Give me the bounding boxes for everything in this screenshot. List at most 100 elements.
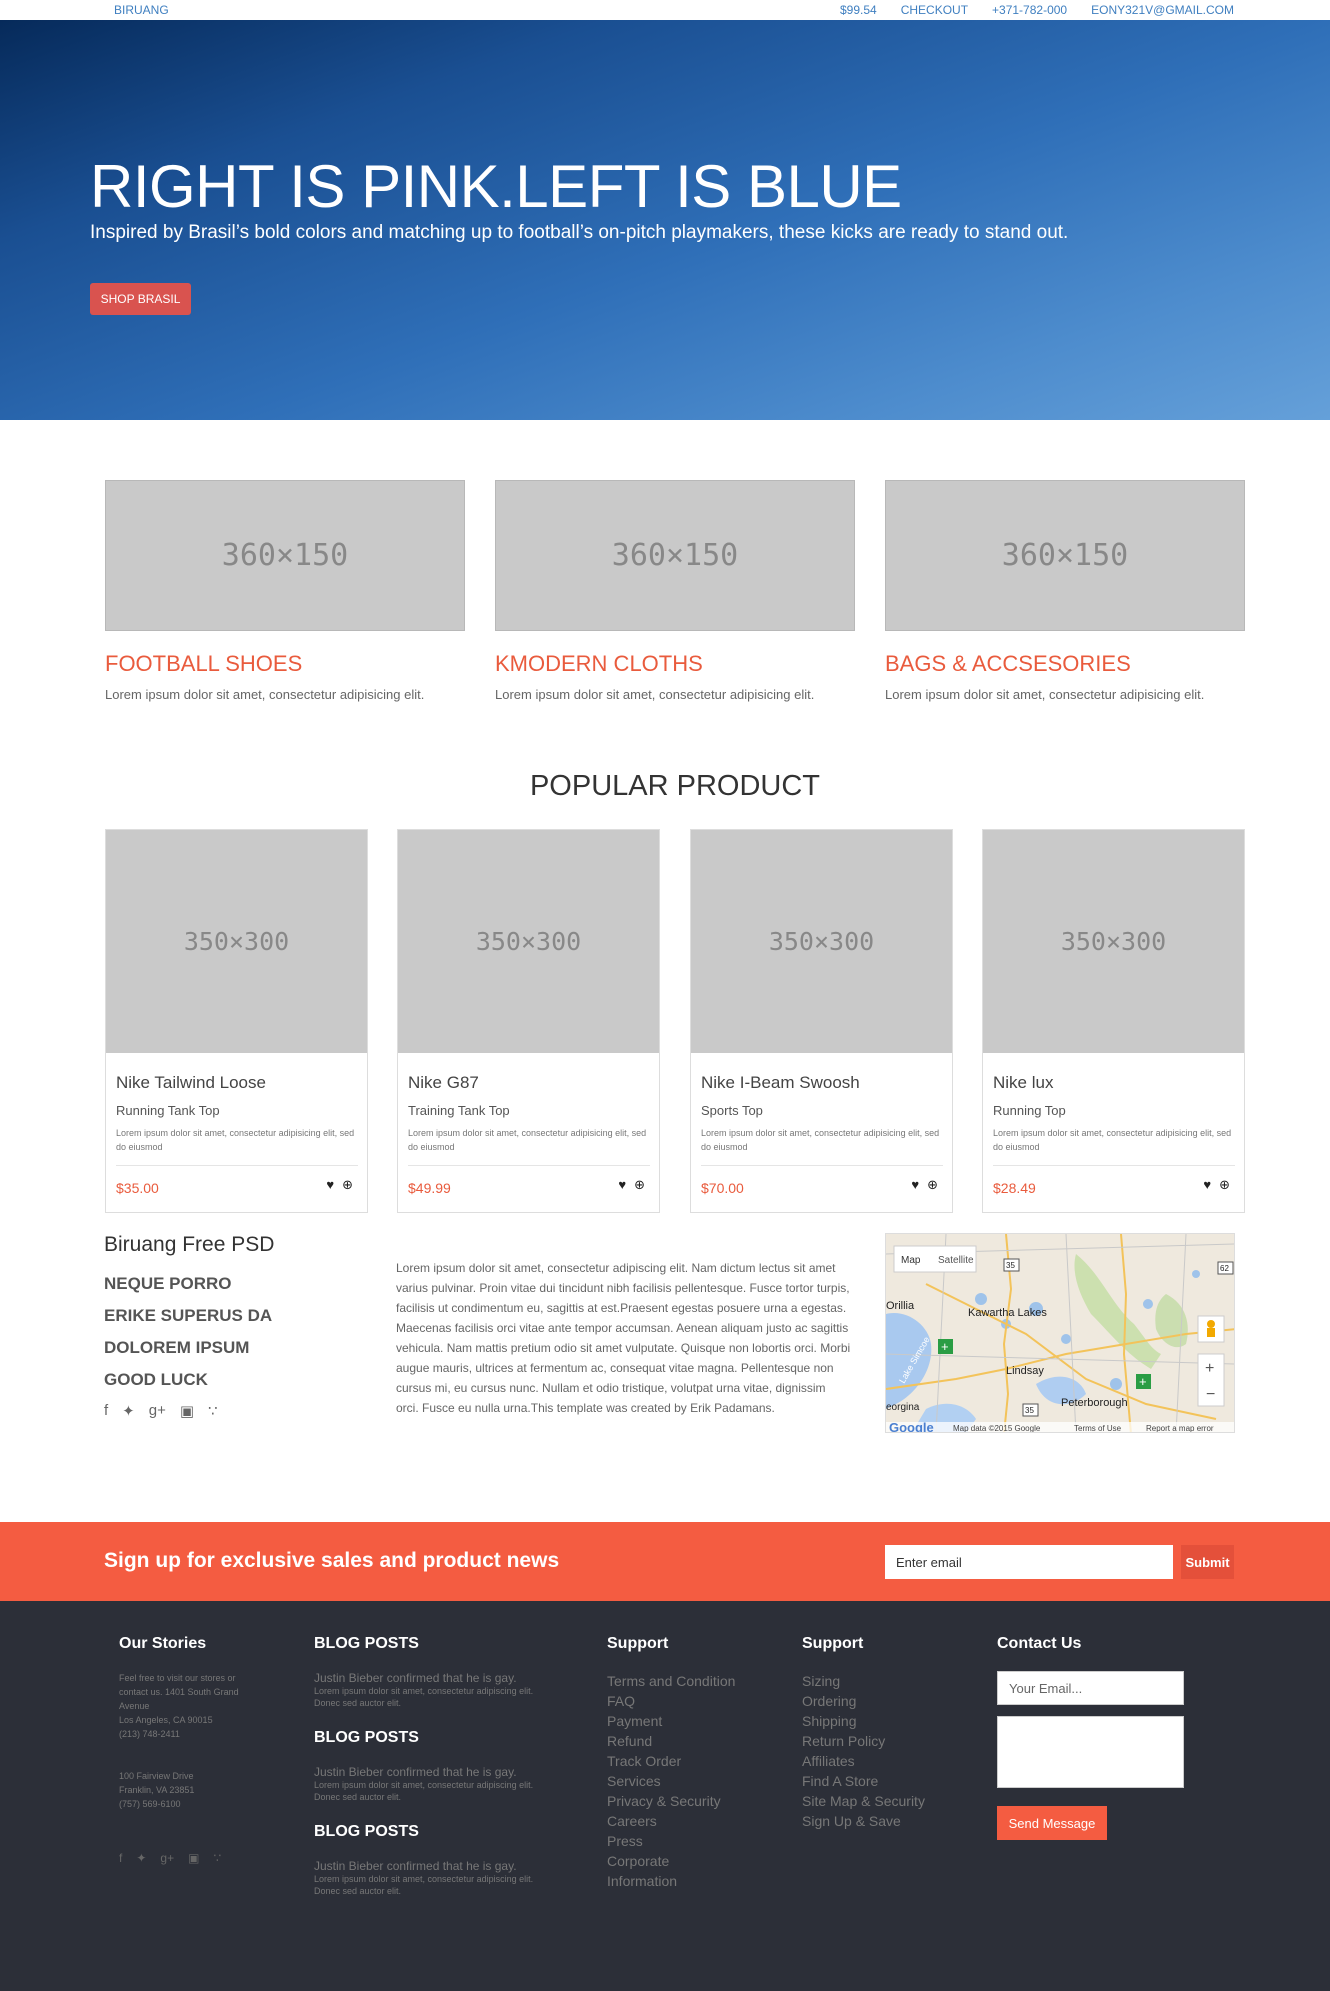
category-card[interactable]: 360×150 KMODERN CLOTHS Lorem ipsum dolor…	[495, 480, 855, 702]
product-card[interactable]: 350×300 Nike G87 Training Tank Top Lorem…	[397, 829, 660, 1213]
phone-link[interactable]: +371-782-000	[992, 3, 1067, 17]
shop-brasil-button[interactable]: SHOP BRASIL	[90, 283, 191, 315]
contact-message-textarea[interactable]	[997, 1716, 1184, 1788]
product-name[interactable]: Nike I-Beam Swoosh	[701, 1073, 860, 1093]
product-image[interactable]: 350×300	[691, 830, 952, 1053]
footer-stories-text: (757) 569-6100	[119, 1799, 181, 1809]
info-link[interactable]: DOLOREM IPSUM	[104, 1338, 274, 1358]
heart-icon[interactable]: ♥	[618, 1177, 626, 1193]
product-image[interactable]: 350×300	[983, 830, 1244, 1053]
email-link[interactable]: EONY321V@GMAIL.COM	[1091, 3, 1234, 17]
footer-blog-item[interactable]: BLOG POSTS Justin Bieber confirmed that …	[314, 1823, 544, 1897]
product-image[interactable]: 350×300	[106, 830, 367, 1053]
product-description: Lorem ipsum dolor sit amet, consectetur …	[993, 1128, 1232, 1152]
category-image[interactable]: 360×150	[885, 480, 1245, 631]
footer-link[interactable]: Corporate	[607, 1851, 777, 1871]
zoom-out-icon[interactable]: −	[1206, 1386, 1215, 1403]
send-message-button[interactable]: Send Message	[997, 1806, 1107, 1840]
heart-icon[interactable]: ♥	[326, 1177, 334, 1193]
zoom-in-icon[interactable]: +	[1205, 1360, 1214, 1377]
footer-link[interactable]: Affiliates	[802, 1751, 972, 1771]
category-title[interactable]: KMODERN CLOTHS	[495, 651, 855, 677]
plus-circle-icon[interactable]: ⊕	[342, 1177, 353, 1193]
info-link[interactable]: ERIKE SUPERUS DA	[104, 1306, 274, 1326]
rss-icon[interactable]: ∵	[213, 1851, 221, 1865]
checkout-link[interactable]: CHECKOUT	[901, 3, 968, 17]
vimeo-icon[interactable]: ▣	[188, 1851, 199, 1865]
contact-email-input[interactable]: Your Email...	[997, 1671, 1184, 1705]
footer-blog-headline[interactable]: Justin Bieber confirmed that he is gay.	[314, 1671, 544, 1685]
plus-circle-icon[interactable]: ⊕	[1219, 1177, 1230, 1193]
product-card[interactable]: 350×300 Nike I-Beam Swoosh Sports Top Lo…	[690, 829, 953, 1213]
product-name[interactable]: Nike lux	[993, 1073, 1053, 1093]
map-graphic[interactable]: Map Satellite Orillia Kawartha Lakes Lin…	[886, 1234, 1235, 1433]
footer-link[interactable]: Site Map & Security	[802, 1791, 972, 1811]
location-map[interactable]: Map Satellite Orillia Kawartha Lakes Lin…	[885, 1233, 1235, 1433]
footer-link[interactable]: Sign Up & Save	[802, 1811, 972, 1831]
footer-support-title: Support	[802, 1635, 864, 1652]
divider	[993, 1165, 1235, 1166]
map-label-orillia: Orillia	[886, 1300, 915, 1312]
footer-blog-headline[interactable]: Justin Bieber confirmed that he is gay.	[314, 1765, 544, 1779]
info-link[interactable]: NEQUE PORRO	[104, 1274, 274, 1294]
map-label-georgina: eorgina	[886, 1402, 920, 1413]
brand-link[interactable]: BIRUANG	[114, 3, 169, 17]
footer-blog-item[interactable]: BLOG POSTS Justin Bieber confirmed that …	[314, 1635, 544, 1709]
signup-email-input[interactable]: Enter email	[885, 1545, 1173, 1579]
map-tab-satellite[interactable]: Satellite	[938, 1255, 974, 1266]
cart-total-link[interactable]: $99.54	[840, 3, 877, 17]
footer-link[interactable]: Privacy & Security	[607, 1791, 777, 1811]
google-plus-icon[interactable]: g+	[160, 1851, 174, 1865]
category-title[interactable]: FOOTBALL SHOES	[105, 651, 465, 677]
footer-link[interactable]: Shipping	[802, 1711, 972, 1731]
product-name[interactable]: Nike G87	[408, 1073, 479, 1093]
product-card[interactable]: 350×300 Nike Tailwind Loose Running Tank…	[105, 829, 368, 1213]
footer-link[interactable]: Track Order	[607, 1751, 777, 1771]
footer-link[interactable]: Ordering	[802, 1691, 972, 1711]
product-card[interactable]: 350×300 Nike lux Running Top Lorem ipsum…	[982, 829, 1245, 1213]
footer-link[interactable]: Refund	[607, 1731, 777, 1751]
facebook-icon[interactable]: f	[119, 1851, 122, 1865]
category-image[interactable]: 360×150	[105, 480, 465, 631]
map-hospital-icon: +	[938, 1339, 953, 1354]
heart-icon[interactable]: ♥	[1203, 1177, 1211, 1193]
facebook-icon[interactable]: f	[104, 1402, 108, 1420]
product-subtitle: Training Tank Top	[408, 1103, 510, 1118]
map-report-link[interactable]: Report a map error	[1146, 1424, 1214, 1433]
twitter-icon[interactable]: ✦	[136, 1851, 146, 1865]
category-image[interactable]: 360×150	[495, 480, 855, 631]
info-link[interactable]: GOOD LUCK	[104, 1370, 274, 1390]
heart-icon[interactable]: ♥	[911, 1177, 919, 1193]
info-title: Biruang Free PSD	[104, 1233, 275, 1256]
product-name[interactable]: Nike Tailwind Loose	[116, 1073, 266, 1093]
footer-link[interactable]: Careers	[607, 1811, 777, 1831]
footer-link[interactable]: Sizing	[802, 1671, 972, 1691]
footer-link[interactable]: Press	[607, 1831, 777, 1851]
footer-blog-item[interactable]: BLOG POSTS Justin Bieber confirmed that …	[314, 1729, 544, 1803]
map-tab-map[interactable]: Map	[901, 1255, 921, 1266]
twitter-icon[interactable]: ✦	[122, 1402, 135, 1420]
footer-link[interactable]: Payment	[607, 1711, 777, 1731]
google-plus-icon[interactable]: g+	[149, 1402, 166, 1420]
divider	[116, 1165, 358, 1166]
divider	[701, 1165, 943, 1166]
footer-blog-headline[interactable]: Justin Bieber confirmed that he is gay.	[314, 1859, 544, 1873]
footer-link[interactable]: Services	[607, 1771, 777, 1791]
product-image[interactable]: 350×300	[398, 830, 659, 1053]
footer-stories-text: 100 Fairview Drive	[119, 1771, 194, 1781]
plus-circle-icon[interactable]: ⊕	[927, 1177, 938, 1193]
category-card[interactable]: 360×150 FOOTBALL SHOES Lorem ipsum dolor…	[105, 480, 465, 702]
signup-submit-button[interactable]: Submit	[1181, 1545, 1234, 1579]
footer-link[interactable]: Find A Store	[802, 1771, 972, 1791]
map-terms-link[interactable]: Terms of Use	[1074, 1424, 1122, 1433]
vimeo-icon[interactable]: ▣	[180, 1402, 194, 1420]
pegman-icon[interactable]	[1197, 1315, 1225, 1343]
plus-circle-icon[interactable]: ⊕	[634, 1177, 645, 1193]
category-card[interactable]: 360×150 BAGS & ACCSESORIES Lorem ipsum d…	[885, 480, 1245, 702]
footer-link[interactable]: Return Policy	[802, 1731, 972, 1751]
rss-icon[interactable]: ∵	[208, 1402, 218, 1420]
category-title[interactable]: BAGS & ACCSESORIES	[885, 651, 1245, 677]
footer-link[interactable]: Terms and Condition	[607, 1671, 777, 1691]
footer-link[interactable]: Information	[607, 1871, 777, 1891]
footer-link[interactable]: FAQ	[607, 1691, 777, 1711]
